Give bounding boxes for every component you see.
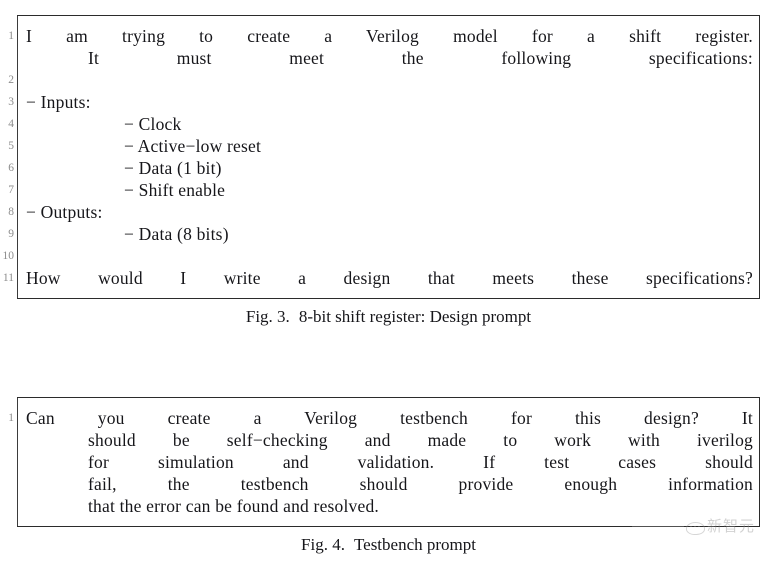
gutter-divider: [16, 398, 18, 526]
figure-label: Fig. 3.: [245, 307, 290, 326]
figure-label: Fig. 4.: [301, 535, 345, 554]
listing-code-area: Can you create a Verilog testbench for t…: [18, 398, 759, 526]
figure-caption-text: 8-bit shift register: Design prompt: [298, 307, 532, 326]
code-line: It must meet the following specification…: [88, 48, 753, 68]
code-line: − Clock: [124, 114, 182, 134]
line-number: 8: [8, 206, 14, 218]
code-line: − Data (8 bits): [124, 224, 229, 244]
code-line: Can you create a Verilog testbench for t…: [26, 408, 753, 428]
line-number-continuation: [0, 473, 18, 495]
code-listing-testbench-prompt: 1 Can you create a Verilog testbench for…: [8, 397, 760, 527]
line-number-continuation: [0, 47, 18, 69]
code-line: − Data (1 bit): [124, 158, 222, 178]
figure-caption: Fig. 4. Testbench prompt: [0, 535, 777, 555]
code-line: for simulation and validation. If test c…: [88, 452, 753, 472]
code-line: I am trying to create a Verilog model fo…: [26, 26, 753, 46]
code-line: − Outputs:: [26, 202, 103, 222]
line-number-gutter: 1: [0, 398, 18, 526]
code-line: − Active−low reset: [124, 136, 262, 156]
code-line: should be self−checking and made to work…: [88, 430, 753, 450]
line-number: 2: [8, 74, 14, 86]
line-number: 7: [8, 184, 14, 196]
line-number-gutter: 1 2 3 4 5 6 7 8 9 10 11: [0, 16, 18, 298]
listing-code-area: I am trying to create a Verilog model fo…: [18, 16, 759, 298]
code-line: − Shift enable: [124, 180, 226, 200]
code-line: fail, the testbench should provide enoug…: [88, 474, 753, 494]
figure-testbench-prompt: 1 Can you create a Verilog testbench for…: [0, 397, 777, 555]
line-number: 9: [8, 228, 14, 240]
page: 1 2 3 4 5 6 7 8 9 10 11 I am trying to c…: [0, 0, 777, 568]
figure-caption-text: Testbench prompt: [353, 535, 476, 554]
line-number: 10: [2, 250, 15, 262]
code-line: that the error can be found and resolved…: [88, 496, 380, 516]
line-number: 4: [8, 118, 14, 130]
code-listing-design-prompt: 1 2 3 4 5 6 7 8 9 10 11 I am trying to c…: [3, 15, 760, 299]
line-number: 1: [8, 412, 14, 424]
line-number-continuation: [0, 451, 18, 473]
line-number-continuation: [0, 495, 18, 517]
code-line: − Inputs:: [26, 92, 91, 112]
gutter-divider: [16, 16, 18, 298]
line-number: 11: [2, 272, 14, 284]
line-number: 5: [8, 140, 14, 152]
line-number: 6: [8, 162, 14, 174]
line-number: 3: [8, 96, 14, 108]
figure-caption: Fig. 3. 8-bit shift register: Design prom…: [0, 307, 777, 327]
line-number-continuation: [0, 429, 18, 451]
line-number: 1: [8, 30, 14, 42]
code-line: How would I write a design that meets th…: [26, 268, 753, 288]
figure-design-prompt: 1 2 3 4 5 6 7 8 9 10 11 I am trying to c…: [0, 15, 777, 327]
